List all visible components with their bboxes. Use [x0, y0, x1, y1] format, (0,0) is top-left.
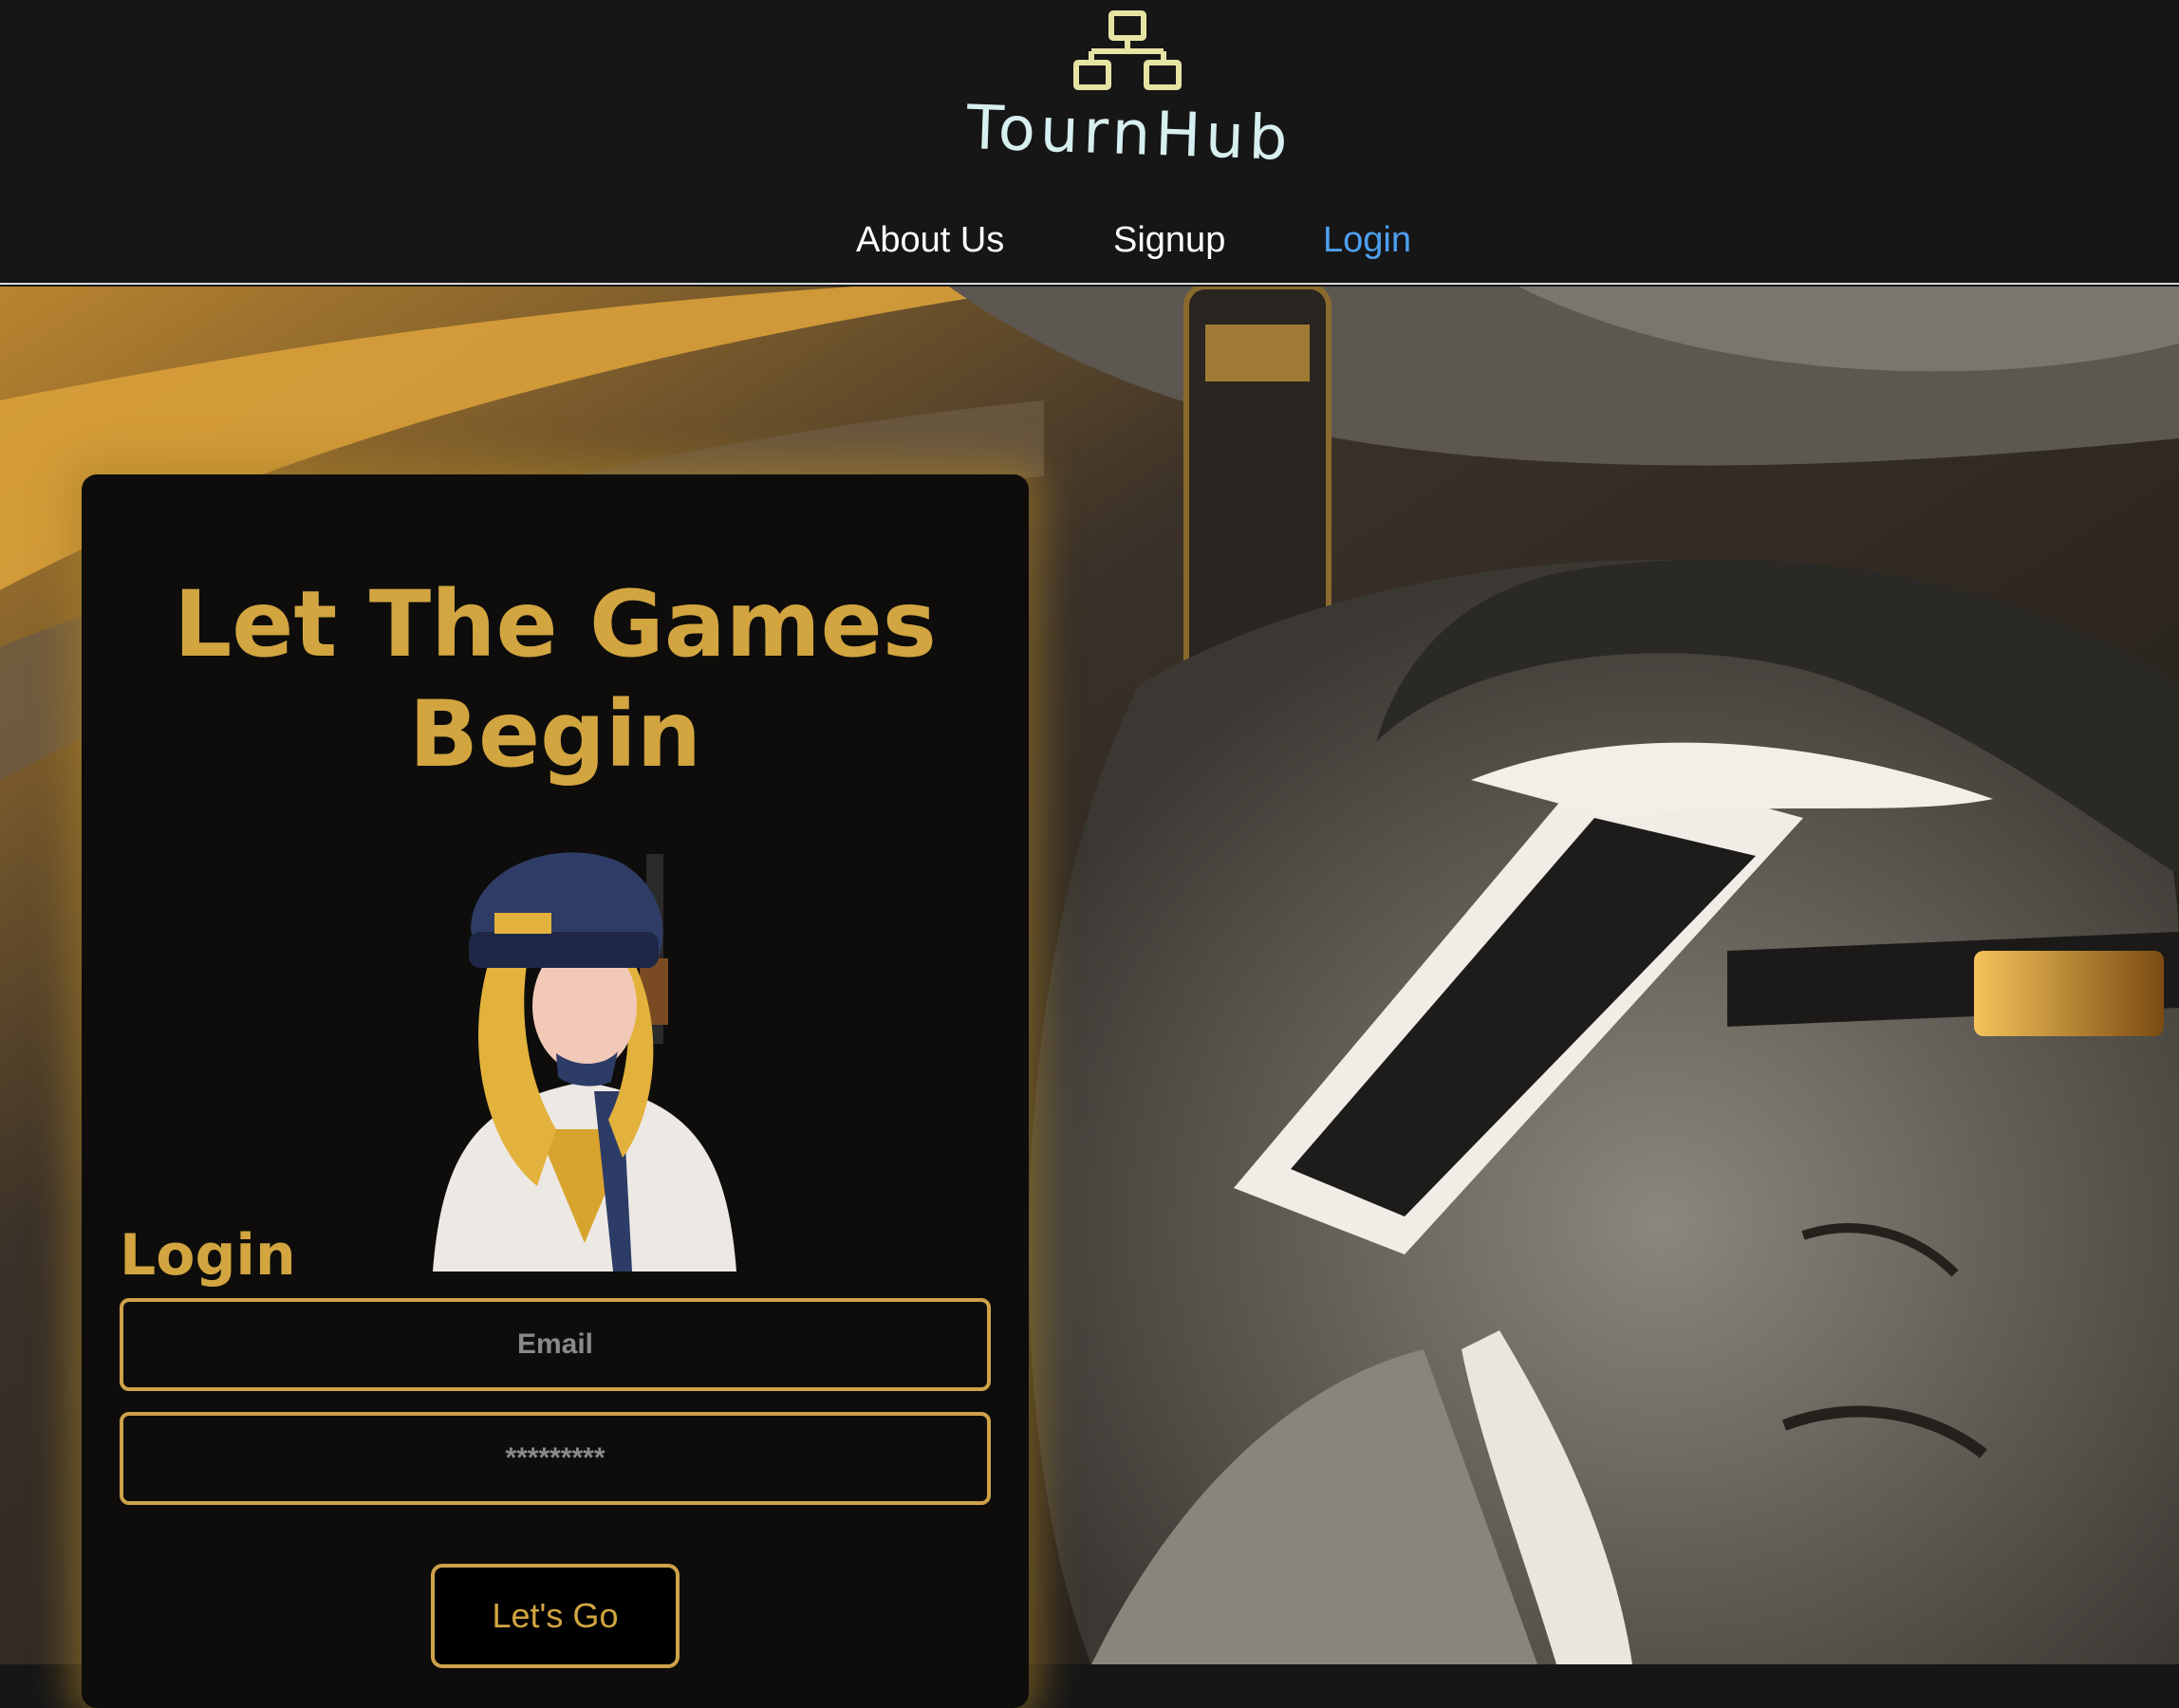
network-hierarchy-icon — [1073, 10, 1182, 90]
password-field[interactable] — [120, 1412, 991, 1505]
player-mascot-image — [433, 852, 736, 1272]
card-title-line1: Let The Games — [174, 571, 937, 678]
login-card: Let The Games Begin Login Let's Go — [82, 474, 1029, 1708]
lets-go-button[interactable]: Let's Go — [431, 1564, 680, 1668]
login-section-label: Login — [120, 1222, 296, 1289]
brand-name: TournHub — [965, 93, 1294, 175]
nav-signup[interactable]: Signup — [1113, 220, 1225, 261]
main-nav: About Us Signup Login — [0, 220, 2179, 268]
nav-login[interactable]: Login — [1323, 220, 1411, 261]
email-field[interactable] — [120, 1298, 991, 1391]
site-header: TournHub About Us Signup Login — [0, 0, 2179, 285]
card-title: Let The Games Begin — [82, 569, 1029, 789]
card-title-line2: Begin — [408, 681, 702, 788]
brand-logo[interactable]: TournHub — [949, 0, 1310, 190]
nav-about-us[interactable]: About Us — [856, 220, 1004, 261]
